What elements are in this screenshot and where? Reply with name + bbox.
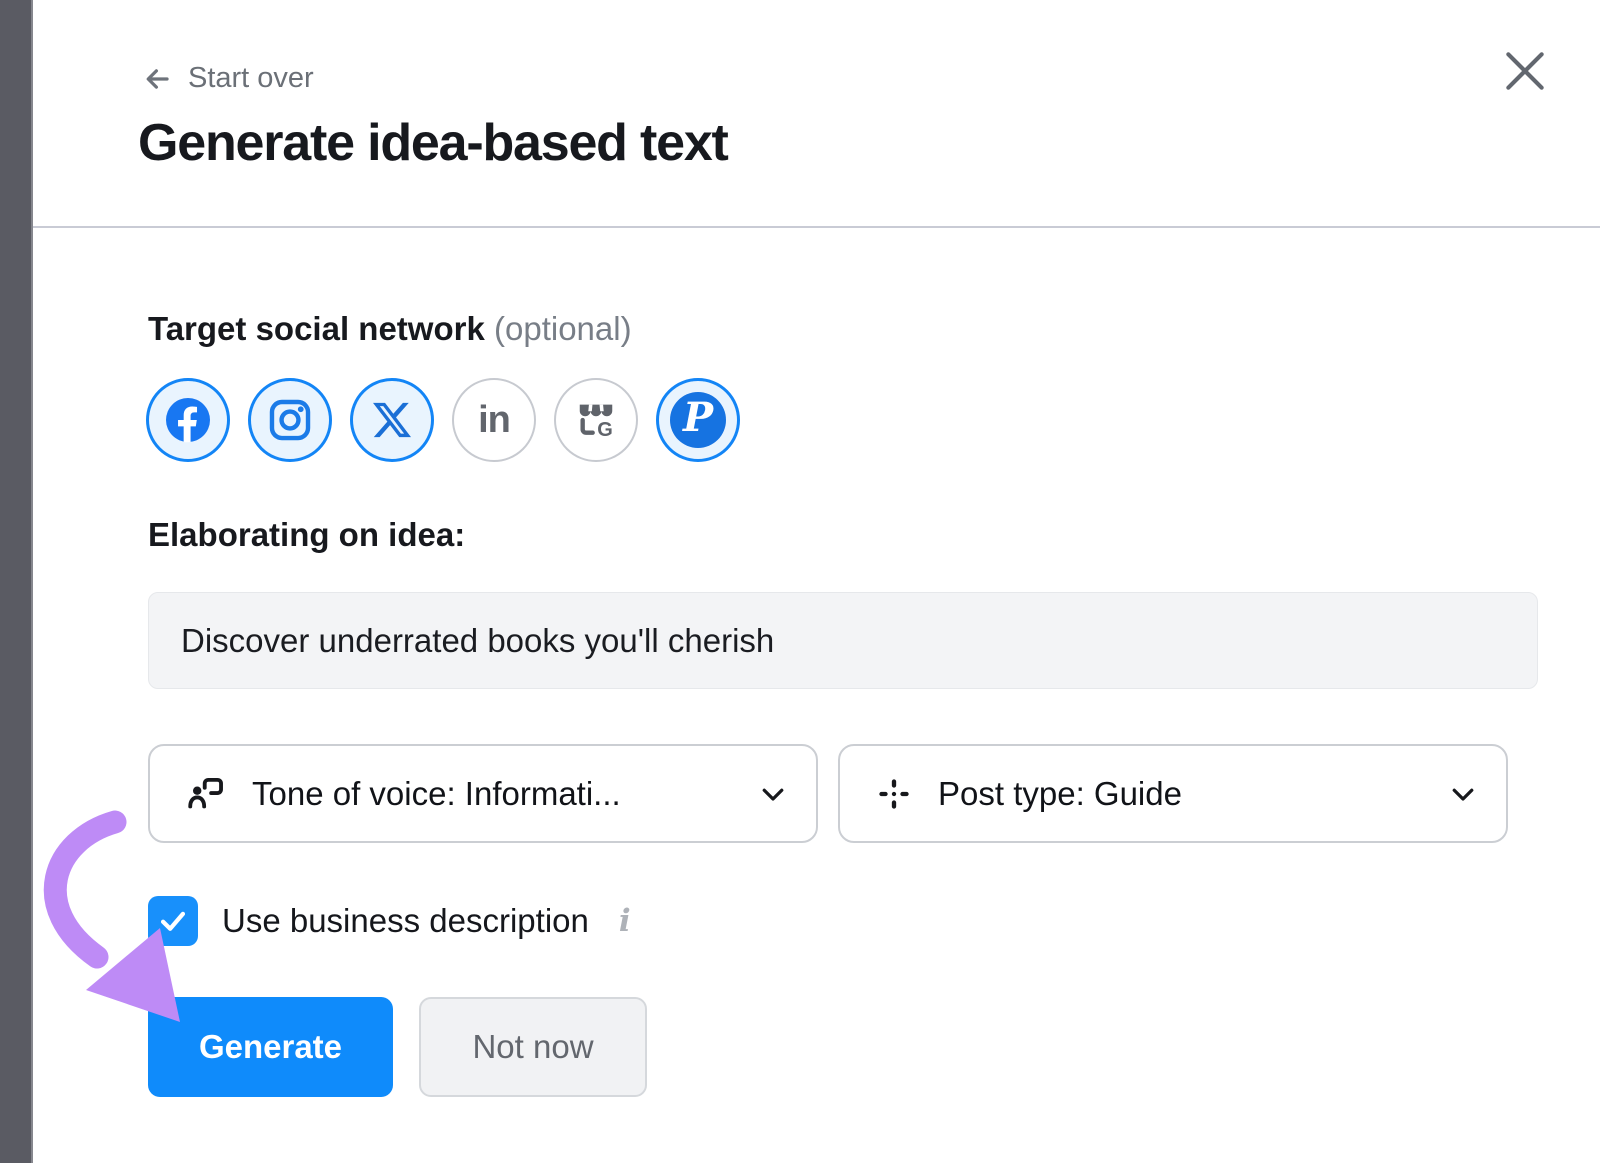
info-icon[interactable]: i [619,903,631,939]
facebook-icon [164,396,212,444]
background-sidebar-edge [0,0,33,1163]
target-network-label-row: Target social network (optional) [148,310,632,348]
app-background: Start over Generate idea-based text Targ… [0,0,1600,1163]
divider [33,226,1600,228]
optional-label: (optional) [494,310,632,347]
modal-title: Generate idea-based text [138,113,728,173]
not-now-button[interactable]: Not now [419,997,647,1097]
dashed-crosshair-icon [874,774,914,814]
network-google-business-button[interactable]: G [554,378,638,462]
use-business-description-checkbox[interactable] [148,896,198,946]
network-x-twitter-button[interactable] [350,378,434,462]
google-business-icon: G [571,395,621,445]
idea-input[interactable] [148,592,1538,689]
use-business-description-row: Use business description i [148,896,631,946]
instagram-icon [267,397,313,443]
linkedin-icon: in [478,401,510,439]
network-selector: in G P [146,378,740,462]
close-button[interactable] [1495,42,1555,102]
start-over-label: Start over [188,62,314,95]
network-linkedin-button[interactable]: in [452,378,536,462]
post-type-value: Post type: Guide [938,775,1448,813]
tone-of-voice-value: Tone of voice: Informati... [252,775,758,813]
checkmark-icon [156,904,190,938]
target-network-label: Target social network [148,310,485,347]
close-icon [1500,46,1550,96]
svg-text:G: G [597,419,613,441]
chevron-down-icon [1448,779,1478,809]
start-over-button[interactable]: Start over [140,62,314,95]
chevron-down-icon [758,779,788,809]
network-facebook-button[interactable] [146,378,230,462]
generate-text-modal: Start over Generate idea-based text Targ… [33,0,1600,1163]
network-instagram-button[interactable] [248,378,332,462]
pinterest-icon: P [670,392,726,448]
person-speech-bubble-icon [184,772,228,816]
generate-button[interactable]: Generate [148,997,393,1097]
use-business-description-label: Use business description [222,902,589,940]
network-pinterest-button[interactable]: P [656,378,740,462]
tone-of-voice-dropdown[interactable]: Tone of voice: Informati... [148,744,818,843]
idea-label: Elaborating on idea: [148,516,465,554]
arrow-left-icon [140,64,174,94]
post-type-dropdown[interactable]: Post type: Guide [838,744,1508,843]
x-twitter-icon [373,401,411,439]
